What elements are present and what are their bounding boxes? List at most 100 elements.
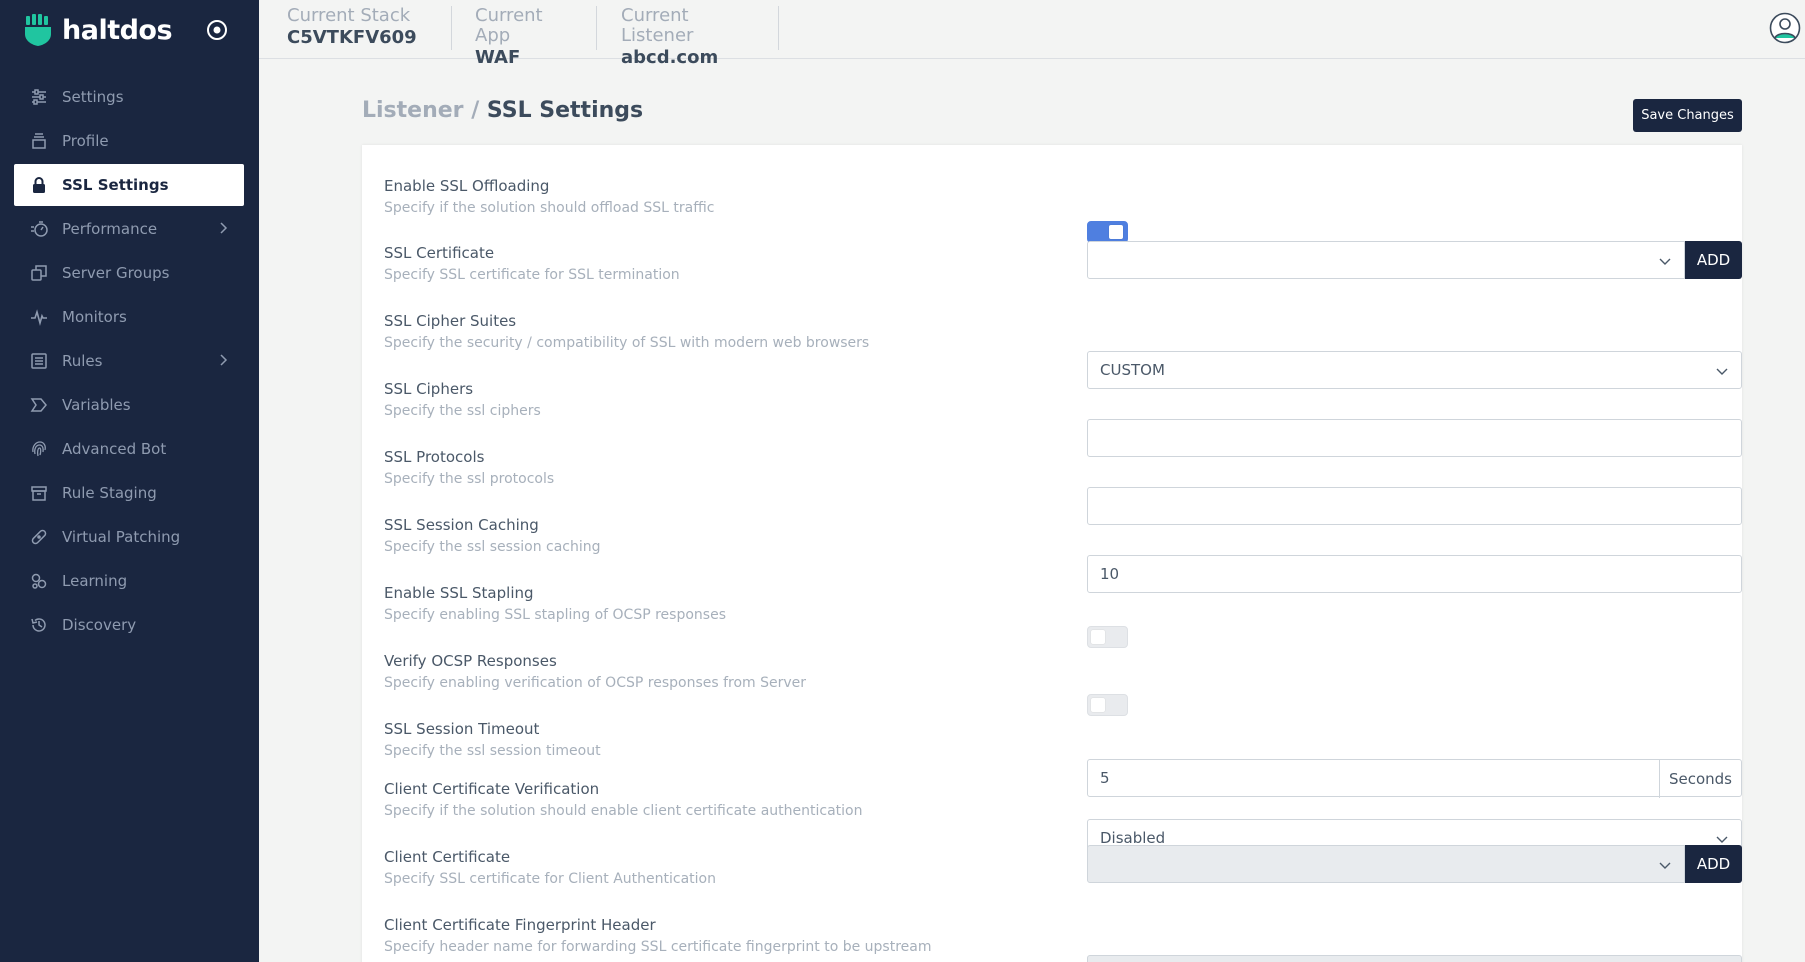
chevron-down-icon: [1659, 258, 1671, 265]
breadcrumb-separator: /: [463, 98, 487, 123]
select-value: CUSTOM: [1100, 361, 1165, 379]
sidebar-item-rule-staging[interactable]: Rule Staging: [14, 472, 244, 514]
stack-icon: [30, 132, 48, 150]
setting-title: Client Certificate Fingerprint Header: [384, 916, 656, 934]
current-app-label: Current App: [475, 5, 543, 46]
sidebar-item-label: Advanced Bot: [62, 440, 167, 458]
enable-ssl-stapling-toggle[interactable]: [1087, 626, 1128, 648]
current-app[interactable]: Current App WAF: [451, 5, 597, 68]
sidebar-item-discovery[interactable]: Discovery: [14, 604, 244, 646]
ssl-certificate-add-button[interactable]: ADD: [1685, 241, 1742, 279]
speed-icon: [30, 220, 48, 238]
setting-description: Specify the ssl session timeout: [384, 743, 601, 759]
nodes-icon: [30, 572, 48, 590]
sidebar-item-variables[interactable]: Variables: [14, 384, 244, 426]
sidebar-item-label: Performance: [62, 220, 158, 238]
shield-fist-icon: [25, 14, 51, 46]
copy-icon: [30, 264, 48, 282]
setting-description: Specify enabling verification of OCSP re…: [384, 675, 807, 691]
brand-logo[interactable]: haltdos: [24, 12, 173, 48]
setting-title: SSL Session Caching: [384, 516, 539, 534]
client-certificate-select[interactable]: [1087, 845, 1685, 883]
chevron-down-icon: [1659, 862, 1671, 869]
sidebar-item-profile[interactable]: Profile: [14, 120, 244, 162]
target-icon[interactable]: [206, 19, 228, 41]
chevron-right-icon: [220, 222, 228, 234]
setting-row-enable-ssl-stapling: Enable SSL Stapling Specify enabling SSL …: [384, 583, 1724, 648]
sidebar-item-label: Variables: [62, 396, 131, 414]
sidebar-item-label: Rule Staging: [62, 484, 157, 502]
page-title: Listener / SSL Settings: [362, 98, 643, 123]
sidebar-item-label: Settings: [62, 88, 124, 106]
setting-description: Specify header name for forwarding SSL c…: [384, 939, 932, 955]
sidebar-item-settings[interactable]: Settings: [14, 76, 244, 118]
pulse-icon: [30, 308, 48, 326]
input-value: 10: [1100, 565, 1120, 583]
sidebar-item-learning[interactable]: Learning: [14, 560, 244, 602]
ssl-certificate-group: ADD: [1087, 241, 1742, 279]
sidebar: haltdos Settings Profile SSL Settings Perfo…: [0, 0, 259, 962]
setting-title: SSL Session Timeout: [384, 720, 540, 738]
client-certificate-add-button[interactable]: ADD: [1685, 845, 1742, 883]
breadcrumb-current: SSL Settings: [486, 98, 644, 123]
enable-ssl-offloading-toggle[interactable]: [1087, 221, 1128, 243]
sidebar-item-performance[interactable]: Performance: [14, 208, 244, 250]
setting-row-client-certificate-fingerprint-header: Client Certificate Fingerprint Header Spe…: [384, 915, 1742, 962]
current-listener-value: abcd.com: [621, 47, 719, 68]
toggle-knob: [1109, 225, 1123, 239]
sidebar-item-ssl-settings[interactable]: SSL Settings: [14, 164, 244, 206]
list-icon: [30, 352, 48, 370]
setting-description: Specify the ssl protocols: [384, 471, 555, 487]
history-icon: [30, 616, 48, 634]
ssl-settings-card: Enable SSL Offloading Specify if the solu…: [362, 145, 1742, 962]
current-stack-label: Current Stack: [287, 5, 411, 26]
setting-description: Specify enabling SSL stapling of OCSP re…: [384, 607, 726, 623]
toggle-knob: [1091, 630, 1105, 644]
archive-icon: [30, 484, 48, 502]
brand-name: haltdos: [62, 14, 173, 46]
sidebar-item-virtual-patching[interactable]: Virtual Patching: [14, 516, 244, 558]
setting-description: Specify the security / compatibility of …: [384, 335, 870, 351]
sliders-icon: [30, 88, 48, 106]
sidebar-item-monitors[interactable]: Monitors: [14, 296, 244, 338]
sidebar-item-label: SSL Settings: [62, 176, 169, 194]
current-app-value: WAF: [475, 47, 521, 68]
chevron-right-icon: [220, 354, 228, 366]
toggle-knob: [1091, 698, 1105, 712]
setting-description: Specify the ssl ciphers: [384, 403, 541, 419]
topbar: Current Stack C5VTKFV609 Current App WAF…: [259, 0, 1805, 68]
setting-row-client-certificate: Client Certificate Specify SSL certificat…: [384, 845, 1742, 889]
fingerprint-icon: [30, 440, 48, 458]
ssl-certificate-select[interactable]: [1087, 241, 1685, 279]
client-certificate-fingerprint-header-input[interactable]: Enter Header Name: [1087, 955, 1742, 962]
chevron-down-icon: [1716, 368, 1728, 375]
sidebar-item-rules[interactable]: Rules: [14, 340, 244, 382]
sidebar-item-server-groups[interactable]: Server Groups: [14, 252, 244, 294]
setting-title: Verify OCSP Responses: [384, 652, 557, 670]
setting-title: SSL Cipher Suites: [384, 312, 517, 330]
current-listener[interactable]: Current Listener abcd.com: [597, 5, 779, 68]
client-certificate-group: ADD: [1087, 845, 1742, 883]
setting-row-verify-ocsp-responses: Verify OCSP Responses Specify enabling ve…: [384, 651, 1724, 716]
tag-icon: [30, 396, 48, 414]
setting-title: SSL Protocols: [384, 448, 485, 466]
sidebar-item-label: Virtual Patching: [62, 528, 181, 546]
save-changes-button[interactable]: Save Changes: [1633, 99, 1742, 132]
sidebar-item-label: Monitors: [62, 308, 127, 326]
breadcrumb-parent[interactable]: Listener: [362, 98, 464, 123]
setting-row-ssl-certificate: SSL Certificate Specify SSL certificate f…: [384, 241, 1742, 285]
sidebar-item-label: Learning: [62, 572, 128, 590]
bandage-icon: [30, 528, 48, 546]
sidebar-item-label: Server Groups: [62, 264, 170, 282]
user-avatar-icon[interactable]: [1769, 12, 1801, 44]
sidebar-item-label: Profile: [62, 132, 109, 150]
setting-title: SSL Ciphers: [384, 380, 474, 398]
current-stack-value: C5VTKFV609: [287, 27, 417, 48]
current-stack[interactable]: Current Stack C5VTKFV609: [287, 6, 452, 50]
sidebar-item-advanced-bot[interactable]: Advanced Bot: [14, 428, 244, 470]
setting-description: Specify if the solution should offload S…: [384, 200, 715, 216]
verify-ocsp-responses-toggle[interactable]: [1087, 694, 1128, 716]
chevron-down-icon: [1716, 836, 1728, 843]
setting-description: Specify the ssl session caching: [384, 539, 601, 555]
current-listener-label: Current Listener: [621, 5, 694, 46]
